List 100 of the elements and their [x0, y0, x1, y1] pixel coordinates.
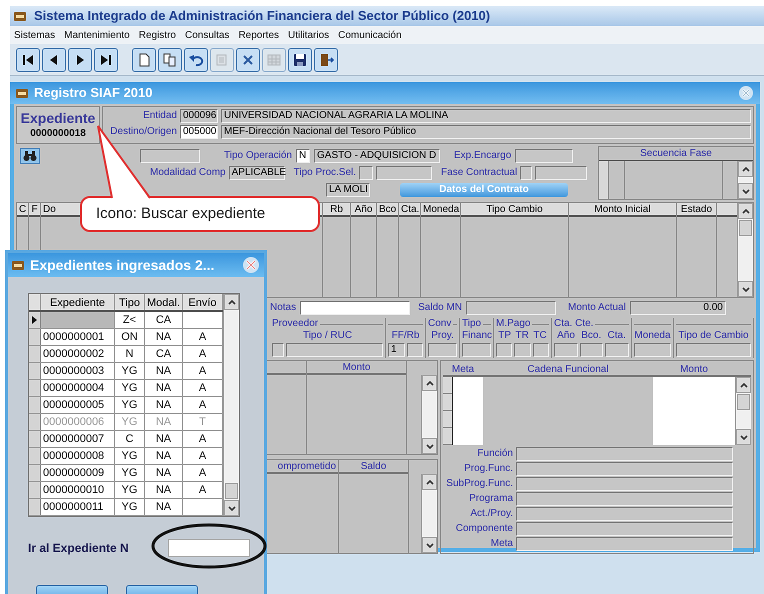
- row-selector[interactable]: [599, 161, 609, 199]
- input-field[interactable]: 1: [388, 343, 404, 357]
- menu-item[interactable]: Utilitarios: [288, 28, 330, 42]
- toolbar-button[interactable]: [288, 48, 312, 72]
- field-label: Entidad: [142, 110, 177, 122]
- input-field[interactable]: [168, 539, 250, 557]
- scroll-up-button[interactable]: [224, 294, 239, 310]
- table-row[interactable]: 0000000011 YG NA: [29, 499, 223, 516]
- scroll-up-button[interactable]: [738, 203, 753, 219]
- input-field[interactable]: [140, 149, 200, 163]
- chevron-up-icon: [742, 166, 750, 172]
- toolbar-button[interactable]: [68, 48, 92, 72]
- table-cell: 0000000002: [41, 346, 115, 362]
- scroll-down-button[interactable]: [738, 281, 753, 297]
- input-field[interactable]: [516, 507, 733, 521]
- scroll-up-button[interactable]: [736, 377, 751, 393]
- input-field[interactable]: [514, 343, 531, 357]
- input-field[interactable]: UNIVERSIDAD NACIONAL AGRARIA LA MOLINA: [221, 109, 751, 123]
- input-field[interactable]: [406, 343, 423, 357]
- input-field[interactable]: LA MOLI: [326, 183, 370, 197]
- input-field[interactable]: [516, 537, 733, 551]
- input-field[interactable]: [300, 301, 410, 315]
- table-row[interactable]: 0000000002 N CA A: [29, 346, 223, 363]
- input-field[interactable]: APLICABLE: [228, 166, 285, 180]
- toolbar-button[interactable]: [184, 48, 208, 72]
- table-cell: CA: [145, 346, 183, 362]
- input-field[interactable]: [520, 166, 532, 180]
- scroll-thumb[interactable]: [739, 220, 752, 236]
- scrollbar[interactable]: [735, 377, 751, 445]
- input-field[interactable]: [535, 166, 588, 180]
- input-field[interactable]: [515, 149, 574, 163]
- table-row[interactable]: 0000000001 ON NA A: [29, 329, 223, 346]
- scroll-thumb[interactable]: [225, 483, 238, 499]
- scroll-up-button[interactable]: [422, 474, 437, 490]
- input-field[interactable]: [466, 301, 556, 315]
- input-field[interactable]: [580, 343, 604, 357]
- table-cell: NA: [145, 482, 183, 498]
- toolbar-button[interactable]: [94, 48, 118, 72]
- chevron-up-icon: [740, 382, 748, 388]
- scroll-down-button[interactable]: [736, 429, 751, 445]
- menu-item[interactable]: Mantenimiento: [64, 28, 130, 42]
- table-row[interactable]: 0000000008 YG NA A: [29, 448, 223, 465]
- input-field[interactable]: [634, 343, 671, 357]
- scroll-up-button[interactable]: [422, 375, 437, 391]
- input-field[interactable]: [359, 166, 374, 180]
- toolbar-button[interactable]: [16, 48, 40, 72]
- scroll-up-button[interactable]: [738, 161, 753, 177]
- input-field[interactable]: [516, 522, 733, 536]
- input-field[interactable]: [516, 492, 733, 506]
- scroll-down-button[interactable]: [224, 500, 239, 516]
- scroll-down-button[interactable]: [422, 537, 437, 553]
- field-label: FF/Rb: [392, 330, 420, 343]
- scrollbar[interactable]: [737, 203, 753, 297]
- table-row[interactable]: 0000000004 YG NA A: [29, 380, 223, 397]
- scrollbar[interactable]: [737, 161, 753, 199]
- input-field[interactable]: [532, 343, 549, 357]
- scroll-down-button[interactable]: [422, 438, 437, 454]
- input-field[interactable]: [554, 343, 578, 357]
- input-field[interactable]: 005000: [180, 125, 218, 139]
- input-field[interactable]: [286, 343, 383, 357]
- scrollbar[interactable]: [421, 474, 437, 553]
- scroll-thumb[interactable]: [737, 394, 750, 410]
- toolbar-button[interactable]: [158, 48, 182, 72]
- table-row[interactable]: 0000000005 YG NA A: [29, 397, 223, 414]
- input-field[interactable]: [516, 447, 733, 461]
- input-field[interactable]: [676, 343, 751, 357]
- input-field[interactable]: [272, 343, 284, 357]
- close-icon[interactable]: [738, 85, 754, 101]
- input-field[interactable]: 0.00: [630, 301, 726, 315]
- input-field[interactable]: [516, 462, 733, 476]
- table-row[interactable]: 0000000009 YG NA A: [29, 465, 223, 482]
- menu-item[interactable]: Registro: [138, 28, 176, 42]
- column-header: Rb: [323, 203, 350, 217]
- table-row[interactable]: Z< CA: [29, 312, 223, 329]
- field-label: Act./Proy.: [469, 508, 513, 520]
- input-field[interactable]: 000096: [180, 109, 218, 123]
- input-field[interactable]: [462, 343, 491, 357]
- menu-item[interactable]: Sistemas: [14, 28, 56, 42]
- search-button[interactable]: [20, 148, 40, 164]
- menu-item[interactable]: Consultas: [184, 28, 230, 42]
- input-field[interactable]: [428, 343, 457, 357]
- scroll-down-button[interactable]: [738, 183, 753, 199]
- close-icon[interactable]: [242, 256, 260, 274]
- input-field[interactable]: MEF-Dirección Nacional del Tesoro Público: [221, 125, 751, 139]
- table-row[interactable]: 0000000007 C NA A: [29, 431, 223, 448]
- menu-item[interactable]: Reportes: [238, 28, 280, 42]
- menu-item[interactable]: Comunicación: [338, 28, 402, 42]
- input-field[interactable]: [605, 343, 630, 357]
- scrollbar[interactable]: [223, 294, 239, 516]
- input-field[interactable]: [376, 166, 432, 180]
- input-field[interactable]: [496, 343, 512, 357]
- input-field[interactable]: N: [296, 149, 310, 163]
- toolbar-button[interactable]: [132, 48, 156, 72]
- input-field[interactable]: GASTO - ADQUISICION D: [314, 149, 440, 163]
- toolbar-button[interactable]: [42, 48, 66, 72]
- input-field[interactable]: [516, 477, 733, 491]
- table-row[interactable]: 0000000003 YG NA A: [29, 363, 223, 380]
- chevron-down-icon: [426, 444, 434, 448]
- scrollbar[interactable]: [421, 375, 437, 454]
- table-row[interactable]: 0000000010 YG NA A: [29, 482, 223, 499]
